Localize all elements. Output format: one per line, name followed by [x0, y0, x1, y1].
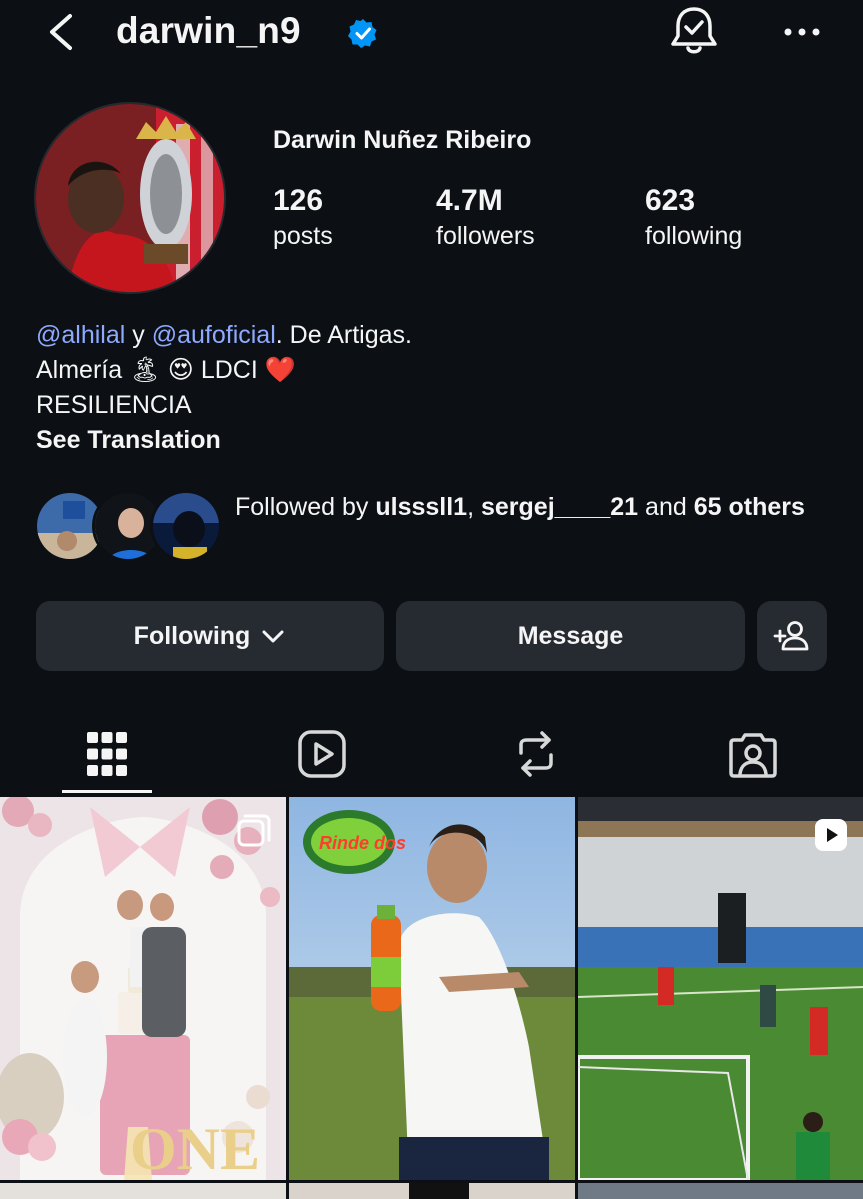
profile-full-name: Darwin Nuñez Ribeiro [273, 126, 532, 154]
chevron-left-icon[interactable] [44, 8, 80, 56]
post-thumbnail: ONE [0, 797, 286, 1180]
grid-post[interactable] [578, 797, 863, 1180]
reels-play-icon [298, 730, 346, 778]
verified-badge-icon [348, 19, 377, 48]
followed-by-text[interactable]: Followed by ulsssll1, sergej____21 and 6… [235, 490, 835, 525]
tab-posts[interactable] [62, 712, 152, 796]
stat-following-label: following [645, 222, 743, 250]
post-thumbnail [578, 797, 863, 1180]
stat-followers-label: followers [436, 222, 535, 250]
following-button-label: Following [133, 621, 251, 650]
grid-post[interactable]: Rinde dos [289, 797, 575, 1180]
followed-by-suffix: others [728, 493, 805, 521]
tab-reposts[interactable] [491, 712, 581, 796]
followed-by-user-2[interactable]: sergej____21 [481, 493, 638, 521]
top-bar: darwin_n9 [0, 0, 863, 64]
stat-posts[interactable]: 126 posts [273, 182, 333, 252]
chevron-down-icon [262, 630, 284, 643]
reposts-icon [519, 731, 553, 777]
post-thumbnail [578, 1183, 863, 1199]
add-user-button[interactable] [757, 601, 827, 671]
post-thumbnail [289, 1183, 575, 1199]
bio-mention-alhilal[interactable]: @alhilal [36, 321, 125, 349]
bell-check-icon[interactable] [668, 4, 720, 58]
message-button-label: Message [517, 621, 624, 650]
bio-line-2-text2: LDCI [200, 356, 258, 384]
add-person-icon [773, 621, 809, 651]
stat-posts-count: 126 [273, 184, 324, 217]
posts-grid: ONE Rinde dos [0, 797, 863, 1199]
bio-line-1-text: . De Artigas. [275, 321, 412, 349]
rinde-dos-logo: Rinde dos [319, 833, 406, 853]
see-translation-link[interactable]: See Translation [36, 423, 412, 458]
tagged-person-icon [729, 733, 777, 778]
bio-joiner: y [125, 321, 152, 349]
followed-by-separator: , [467, 493, 475, 521]
avatar-photo [36, 104, 224, 292]
heart-eyes-emoji-icon: 😍 [167, 356, 194, 384]
bio-line-2-text: Almería [36, 356, 123, 384]
post-thumbnail [0, 1183, 286, 1199]
beach-emoji-icon: 🏝 [129, 356, 161, 384]
post-thumbnail: Rinde dos [289, 797, 575, 1180]
tab-reels[interactable] [277, 712, 367, 796]
grid-post[interactable] [578, 1183, 863, 1199]
grid-post[interactable]: ONE [0, 797, 286, 1180]
reel-badge-icon [815, 819, 847, 851]
stat-followers-count: 4.7M [436, 184, 503, 217]
carousel-icon [237, 814, 271, 847]
followed-by-count: 65 [693, 493, 722, 521]
more-horizontal-icon[interactable] [778, 14, 826, 50]
profile-bio: @alhilal y @aufoficial. De Artigas. Alme… [36, 318, 412, 458]
stat-followers[interactable]: 4.7M followers [436, 182, 535, 252]
bio-line-3: RESILIENCIA [36, 391, 192, 419]
svg-text:ONE: ONE [130, 1116, 260, 1180]
stat-posts-label: posts [273, 222, 333, 250]
followed-by-prefix: Followed by [235, 493, 369, 521]
red-heart-emoji-icon: ❤️ [264, 356, 296, 384]
tab-tagged[interactable] [708, 712, 798, 796]
bio-mention-aufoficial[interactable]: @aufoficial [152, 321, 276, 349]
posts-grid-icon [87, 732, 127, 776]
stat-following-count: 623 [645, 184, 696, 217]
following-button[interactable]: Following [36, 601, 384, 671]
message-button[interactable]: Message [396, 601, 745, 671]
avatar [150, 490, 222, 562]
active-tab-indicator [62, 790, 152, 793]
profile-username[interactable]: darwin_n9 [116, 8, 301, 54]
bio-line-1: @alhilal y @aufoficial. De Artigas. [36, 318, 412, 353]
bio-line-2: Almería 🏝 😍 LDCI ❤️ [36, 353, 412, 388]
grid-post[interactable] [0, 1183, 286, 1199]
profile-avatar[interactable] [34, 102, 226, 294]
followed-by-middle: and [645, 493, 687, 521]
profile-tabs [0, 712, 863, 796]
followed-by-avatars[interactable] [34, 490, 222, 564]
followed-by-user-1[interactable]: ulsssll1 [375, 493, 467, 521]
stat-following[interactable]: 623 following [645, 182, 742, 252]
grid-post[interactable] [289, 1183, 575, 1199]
